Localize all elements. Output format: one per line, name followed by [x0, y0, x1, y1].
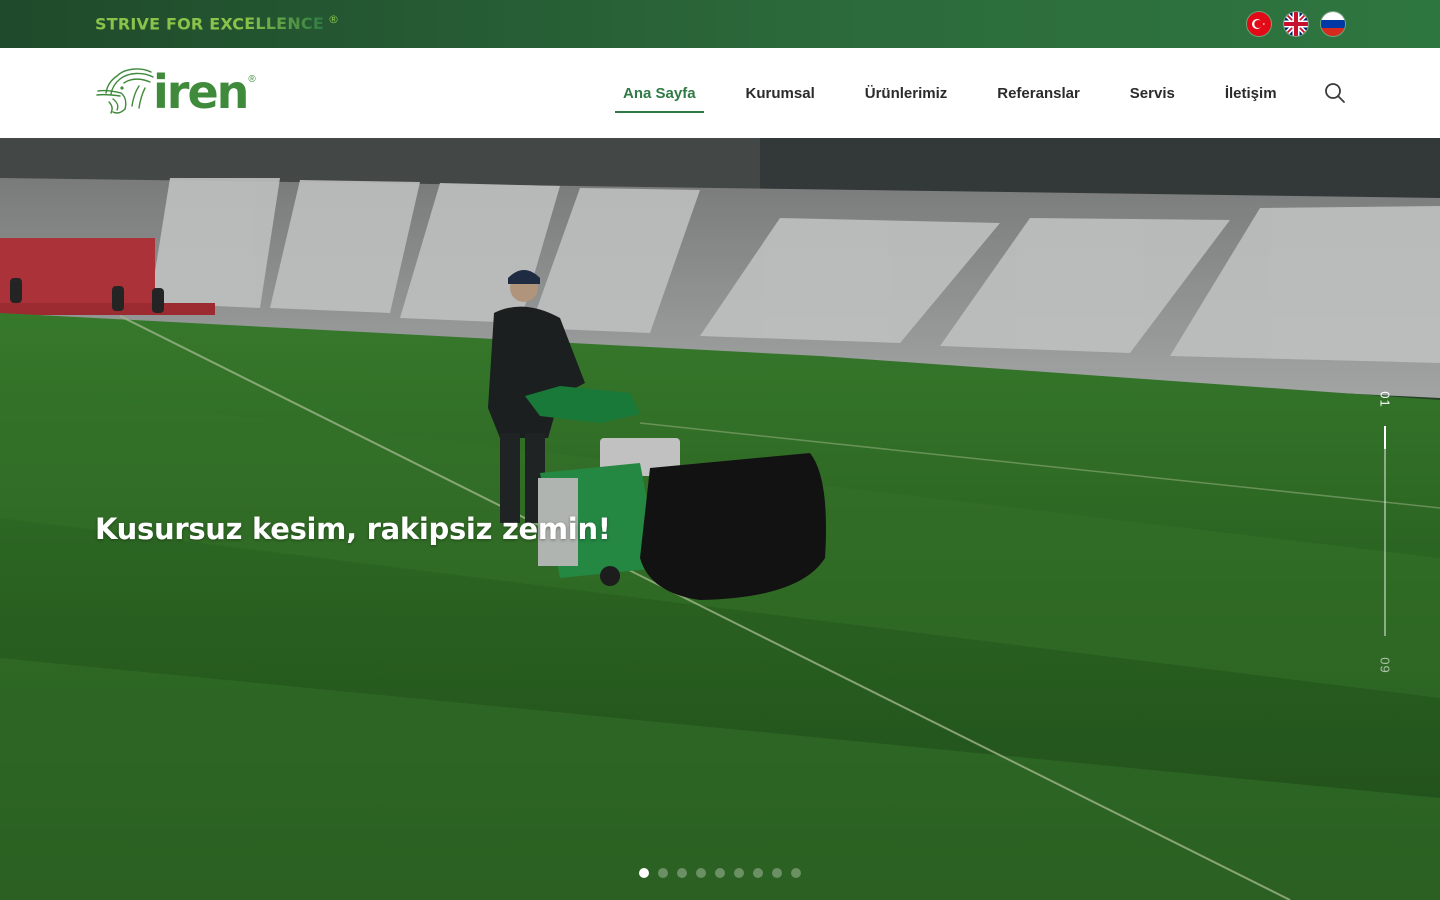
lion-logo-icon — [96, 68, 154, 114]
logo[interactable]: iren ® — [95, 66, 300, 118]
nav-item-contact[interactable]: İletişim — [1217, 77, 1285, 110]
slide-progress-track — [1384, 426, 1386, 636]
uk-flag-icon[interactable] — [1284, 12, 1308, 36]
slider-dot[interactable] — [677, 868, 687, 878]
slide-progress-fill — [1384, 426, 1386, 450]
slider-dot[interactable] — [696, 868, 706, 878]
search-button[interactable] — [1324, 82, 1346, 104]
language-switcher — [1247, 12, 1345, 36]
slider-dot[interactable] — [791, 868, 801, 878]
nav-item-references[interactable]: Referanslar — [989, 77, 1088, 110]
slider-dot[interactable] — [658, 868, 668, 878]
nav-item-corporate[interactable]: Kurumsal — [738, 77, 823, 110]
search-icon — [1325, 83, 1345, 103]
slider-dot[interactable] — [734, 868, 744, 878]
tagline-part-2: ELLENCE — [244, 14, 324, 34]
nav-item-products[interactable]: Ürünlerimiz — [857, 77, 956, 110]
main-header: iren ® Ana Sayfa Kurumsal Ürünlerimiz Re… — [0, 48, 1440, 138]
slider-pagination — [639, 868, 801, 878]
registered-mark: ® — [327, 13, 340, 26]
turkey-flag-icon[interactable] — [1247, 12, 1271, 36]
russia-flag-icon[interactable] — [1321, 12, 1345, 36]
nav-item-service[interactable]: Servis — [1122, 77, 1183, 110]
hero-slider: Kusursuz kesim, rakipsiz zemin! 01 09 — [0, 138, 1440, 900]
hero-title: Kusursuz kesim, rakipsiz zemin! — [95, 512, 611, 546]
logo-wordmark: iren — [153, 65, 249, 119]
slide-current-number: 01 — [1377, 391, 1393, 408]
slider-dot[interactable] — [753, 868, 763, 878]
top-bar: STRIVE FOR EXCELLENCE ® — [0, 0, 1440, 48]
logo-registered-mark: ® — [248, 74, 256, 85]
slider-dot[interactable] — [715, 868, 725, 878]
tagline: STRIVE FOR EXCELLENCE ® — [95, 13, 339, 33]
tagline-part-1: STRIVE FOR EXC — [95, 14, 245, 34]
slide-total-number: 09 — [1377, 657, 1393, 674]
slide-counter: 01 09 — [1370, 388, 1400, 678]
main-nav: Ana Sayfa Kurumsal Ürünlerimiz Referansl… — [615, 48, 1319, 138]
slider-dot[interactable] — [772, 868, 782, 878]
nav-item-home[interactable]: Ana Sayfa — [615, 77, 704, 113]
slider-dot[interactable] — [639, 868, 649, 878]
